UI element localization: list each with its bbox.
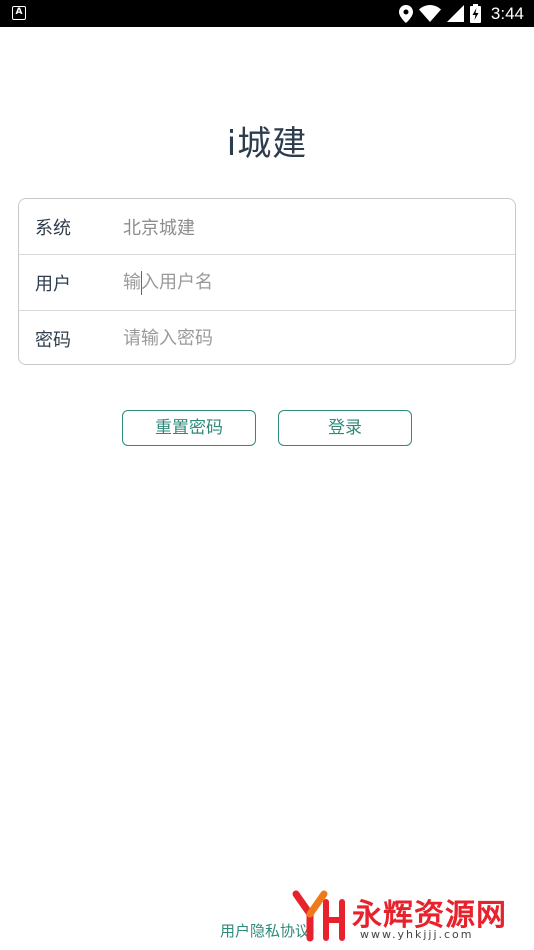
user-label: 用户: [35, 273, 71, 295]
username-input[interactable]: [123, 265, 503, 300]
system-label: 系统: [35, 217, 71, 239]
password-input[interactable]: [123, 321, 503, 356]
location-icon: [398, 4, 413, 23]
system-select[interactable]: 北京城建: [123, 214, 195, 240]
reset-password-button[interactable]: 重置密码: [122, 410, 256, 446]
signal-icon: [446, 5, 464, 22]
login-form: 系统 北京城建 用户 密码: [18, 198, 516, 365]
password-row: 密码: [19, 310, 515, 364]
status-time: 3:44: [490, 3, 524, 23]
watermark: 永辉资源网 www.yhkjjj.com: [290, 888, 530, 946]
status-icons: 3:44: [398, 0, 524, 27]
status-bar: A 3:44: [0, 0, 534, 27]
user-row: 用户: [19, 254, 515, 310]
battery-charging-icon: [469, 4, 481, 23]
password-label: 密码: [35, 329, 71, 351]
page-title: i城建: [226, 124, 308, 164]
watermark-logo-icon: [292, 890, 345, 942]
wifi-icon: [418, 5, 441, 22]
system-row[interactable]: 系统 北京城建: [19, 199, 515, 254]
watermark-url: www.yhkjjj.com: [360, 928, 474, 941]
login-button[interactable]: 登录: [278, 410, 412, 446]
notification-a-icon: A: [12, 6, 26, 20]
